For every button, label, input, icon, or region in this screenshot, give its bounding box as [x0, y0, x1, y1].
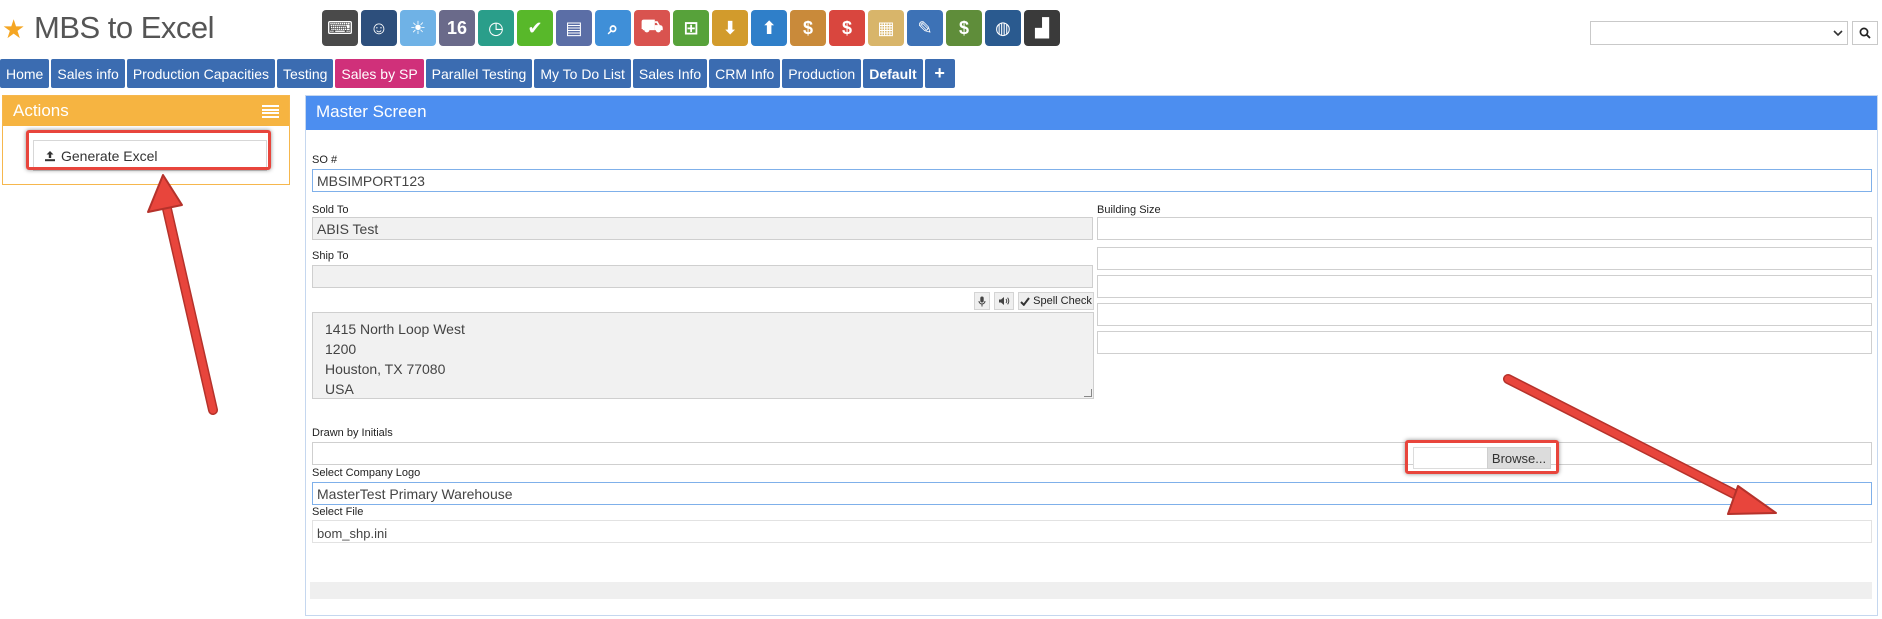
search-dropdown-button[interactable] — [1828, 21, 1848, 45]
tab-parallel-testing[interactable]: Parallel Testing — [425, 59, 533, 88]
tab-sales-info[interactable]: Sales info — [51, 59, 125, 88]
resize-handle[interactable] — [1084, 389, 1092, 397]
user-icon[interactable]: ☺ — [361, 10, 397, 46]
check-icon[interactable]: ✔ — [517, 10, 553, 46]
drawn-by-field[interactable] — [312, 442, 1872, 465]
spell-check-button[interactable]: Spell Check — [1018, 292, 1094, 310]
globe-icon[interactable]: ◍ — [985, 10, 1021, 46]
keypad-icon[interactable]: ⌨ — [322, 10, 358, 46]
panel-title: Master Screen — [316, 102, 427, 121]
tab-testing[interactable]: Testing — [277, 59, 334, 88]
microphone-icon — [978, 296, 986, 306]
tab-my-to-do-list[interactable]: My To Do List — [534, 59, 631, 88]
clipboard-icon[interactable]: ▦ — [868, 10, 904, 46]
tab-sales-info[interactable]: Sales Info — [632, 59, 708, 88]
address-textarea[interactable]: 1415 North Loop West 1200 Houston, TX 77… — [312, 312, 1094, 399]
search-icon[interactable]: ⌕ — [595, 10, 631, 46]
weather-icon[interactable]: ☀ — [400, 10, 436, 46]
toolbar-icons: ⌨ ☺ ☀ 16 ◷ ✔ ▤ ⌕ ⛟ ⊞ ⬇ ⬆ $ $ ▦ ✎ $ ◍ ▟ — [322, 10, 1060, 46]
money-hand-icon[interactable]: $ — [790, 10, 826, 46]
clock-icon[interactable]: ◷ — [478, 10, 514, 46]
truck-icon[interactable]: ⛟ — [634, 10, 670, 46]
gauge-icon[interactable]: ▤ — [556, 10, 592, 46]
select-file-label: Select File — [312, 506, 364, 518]
search-input[interactable] — [1591, 22, 1827, 44]
company-logo-label: Select Company Logo — [312, 467, 421, 479]
menu-icon[interactable] — [262, 105, 279, 118]
microphone-button[interactable] — [974, 292, 990, 310]
ship-to-label: Ship To — [312, 250, 349, 262]
selected-file-field: bom_shp.ini — [312, 520, 1872, 543]
footer-strip — [310, 582, 1872, 599]
speaker-icon — [999, 297, 1010, 305]
screen: ★ MBS to Excel ⌨ ☺ ☀ 16 ◷ ✔ ▤ ⌕ ⛟ ⊞ ⬇ ⬆ $ $ ▦ ✎ $ ◍ ▟ Home… — [0, 0, 1882, 619]
highlight-box-generate — [26, 130, 271, 170]
master-screen-panel: Master Screen SO # MBSIMPORT123 Sold To … — [305, 95, 1878, 616]
sold-to-field[interactable]: ABIS Test — [312, 217, 1093, 240]
address-line: 1415 North Loop West — [325, 321, 465, 337]
search-button[interactable] — [1852, 21, 1878, 45]
actions-title: Actions — [13, 101, 69, 120]
upload-icon[interactable]: ⬆ — [751, 10, 787, 46]
app-title: MBS to Excel — [34, 10, 215, 45]
address-line: USA — [325, 381, 354, 397]
pencil-ruler-icon[interactable]: ✎ — [907, 10, 943, 46]
sold-to-label: Sold To — [312, 204, 349, 216]
building-size-field[interactable] — [1097, 275, 1872, 298]
tab-home[interactable]: Home — [0, 59, 50, 88]
tab-production[interactable]: Production — [782, 59, 862, 88]
so-number-label: SO # — [312, 154, 338, 166]
tab-crm-info[interactable]: CRM Info — [709, 59, 781, 88]
tab-default[interactable]: Default — [863, 59, 923, 88]
favorite-star-icon[interactable]: ★ — [2, 16, 25, 42]
building-size-field[interactable] — [1097, 247, 1872, 270]
building-size-field[interactable] — [1097, 217, 1872, 240]
highlight-box-browse — [1405, 440, 1559, 474]
add-tab-button[interactable]: + — [924, 59, 955, 88]
so-number-field[interactable]: MBSIMPORT123 — [312, 169, 1872, 192]
address-line: Houston, TX 77080 — [325, 361, 446, 377]
speaker-button[interactable] — [994, 292, 1014, 310]
download-icon[interactable]: ⬇ — [712, 10, 748, 46]
tab-bar: Home Sales info Production Capacities Testi… — [0, 59, 955, 88]
search-box[interactable] — [1590, 21, 1829, 45]
drawn-by-label: Drawn by Initials — [312, 427, 393, 439]
building-size-field[interactable] — [1097, 303, 1872, 326]
top-header: ★ MBS to Excel ⌨ ☺ ☀ 16 ◷ ✔ ▤ ⌕ ⛟ ⊞ ⬇ ⬆ $ $ ▦ ✎ $ ◍ ▟ — [0, 0, 1882, 56]
actions-header: Actions — [3, 96, 289, 126]
check-icon — [1020, 296, 1030, 306]
tab-production-capacities[interactable]: Production Capacities — [126, 59, 276, 88]
building-size-field[interactable] — [1097, 331, 1872, 354]
chevron-down-icon — [1832, 29, 1843, 36]
company-logo-select[interactable]: MasterTest Primary Warehouse — [312, 482, 1872, 505]
building-size-label: Building Size — [1097, 204, 1161, 216]
factory-icon[interactable]: ▟ — [1024, 10, 1060, 46]
calendar-icon[interactable]: 16 — [439, 10, 475, 46]
address-line: 1200 — [325, 341, 357, 357]
spell-check-label: Spell Check — [1033, 295, 1092, 307]
panel-header: Master Screen — [306, 96, 1877, 130]
ship-to-field[interactable] — [312, 265, 1093, 288]
magnifier-icon — [1859, 27, 1871, 39]
tab-sales-by-sp[interactable]: Sales by SP — [335, 59, 424, 88]
cash-icon[interactable]: $ — [946, 10, 982, 46]
arrow-up-left — [147, 174, 218, 415]
price-bubble-icon[interactable]: $ — [829, 10, 865, 46]
basket-icon[interactable]: ⊞ — [673, 10, 709, 46]
